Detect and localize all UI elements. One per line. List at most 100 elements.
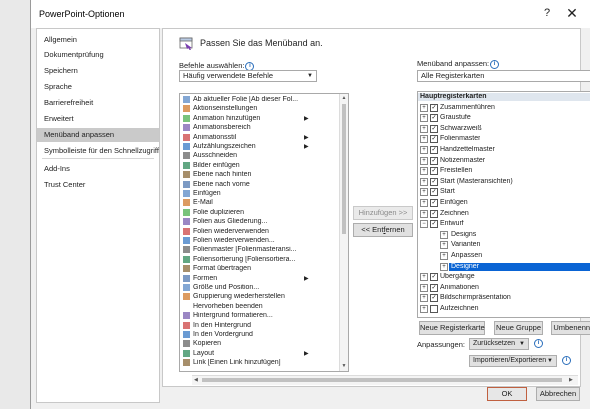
command-item[interactable]: Animationsbereich xyxy=(180,124,338,132)
command-item[interactable]: Kopieren xyxy=(180,340,338,348)
ribbon-tree[interactable]: ▲ ▼ Hauptregisterkarten+✓Zusammenführen+… xyxy=(417,91,590,318)
expand-icon[interactable]: + xyxy=(420,124,428,133)
checkbox[interactable]: ✓ xyxy=(430,135,438,144)
new-tab-button[interactable]: Neue Registerkarte xyxy=(419,321,485,335)
checkbox[interactable]: ✓ xyxy=(430,124,438,133)
ok-button[interactable]: OK xyxy=(487,387,527,401)
expand-icon[interactable]: + xyxy=(420,146,428,154)
command-item[interactable]: Folienmaster [Folienmasteransi... xyxy=(180,246,338,254)
tree-tab-item[interactable]: + ✓ Zeichnen xyxy=(418,209,590,218)
expand-icon[interactable]: + xyxy=(420,156,428,165)
expand-icon[interactable]: + xyxy=(420,305,428,313)
tree-group-item[interactable]: + Designs xyxy=(418,230,590,239)
nav-item[interactable]: Trust Center xyxy=(37,178,159,192)
nav-item[interactable]: Symbolleiste für den Schnellzugriff xyxy=(37,144,159,158)
command-item[interactable]: Aufzählungszeichen ▶ xyxy=(180,143,338,151)
command-item[interactable]: Foliensortierung [Foliensortiera... xyxy=(180,255,338,264)
expand-icon[interactable]: + xyxy=(420,103,428,112)
tree-header[interactable]: Hauptregisterkarten xyxy=(418,93,590,101)
tree-tab-item[interactable]: + ✓ Einfügen xyxy=(418,199,590,207)
command-item[interactable]: Gruppierung wiederherstellen xyxy=(180,293,338,301)
command-item[interactable]: Folien wiederverwenden... xyxy=(180,237,338,245)
tree-tab-item[interactable]: + ✓ Bildschirmpräsentation xyxy=(418,294,590,303)
command-item[interactable]: Ebene nach hinten xyxy=(180,171,338,179)
nav-item[interactable]: Erweitert xyxy=(37,112,159,126)
expand-icon[interactable]: + xyxy=(420,294,428,303)
command-item[interactable]: Hervorheben beenden xyxy=(180,303,338,311)
tree-tab-item[interactable]: + ✓ Schwarzweiß xyxy=(418,124,590,133)
command-item[interactable]: Größe und Position... xyxy=(180,284,338,292)
new-group-button[interactable]: Neue Gruppe xyxy=(494,321,543,335)
expand-icon[interactable]: + xyxy=(420,273,428,282)
tree-tab-item[interactable]: + ✓ Freistellen xyxy=(418,167,590,176)
scroll-thumb[interactable] xyxy=(202,378,562,382)
choose-commands-dropdown[interactable]: Häufig verwendete Befehle ▼ xyxy=(179,70,317,82)
close-button[interactable]: ✕ xyxy=(565,5,579,22)
cancel-button[interactable]: Abbrechen xyxy=(536,387,580,401)
commands-list[interactable]: ▲ ▼ Ab aktueller Folie [Ab dieser Fol...… xyxy=(179,93,349,372)
checkbox[interactable]: ✓ xyxy=(430,177,438,186)
tree-group-item[interactable]: + Designer xyxy=(418,262,590,271)
checkbox[interactable]: ✓ xyxy=(430,273,438,282)
remove-button[interactable]: << Entfernen xyxy=(353,223,413,237)
command-item[interactable]: Format übertragen xyxy=(180,265,338,273)
checkbox[interactable]: ✓ xyxy=(430,167,438,176)
help-button[interactable]: ? xyxy=(540,7,554,19)
checkbox[interactable]: ✓ xyxy=(430,156,438,165)
tree-tab-item[interactable]: + ✓ Handzettelmaster xyxy=(418,146,590,154)
tree-group-item[interactable]: + Anpassen xyxy=(418,252,590,260)
command-item[interactable]: Ausschneiden xyxy=(180,152,338,160)
nav-item[interactable]: Menüband anpassen xyxy=(37,128,159,142)
checkbox[interactable]: ✓ xyxy=(430,199,438,207)
checkbox[interactable]: ✓ xyxy=(430,294,438,303)
commands-scrollbar[interactable]: ▲ ▼ xyxy=(339,94,348,371)
expand-icon[interactable]: + xyxy=(420,135,428,144)
horizontal-scrollbar[interactable]: ◀ ▶ xyxy=(192,375,578,385)
expand-icon[interactable]: + xyxy=(420,283,428,292)
ribbon-tabs-dropdown[interactable]: Alle Registerkarten▼ xyxy=(417,70,590,82)
tree-tab-item[interactable]: + ✓ Animationen xyxy=(418,283,590,292)
command-item[interactable]: In den Vordergrund xyxy=(180,331,338,339)
rename-button[interactable]: Umbenennen... xyxy=(551,321,590,335)
command-item[interactable]: Einfügen xyxy=(180,190,338,198)
info-icon[interactable]: i xyxy=(534,339,543,348)
scroll-right-icon[interactable]: ▶ xyxy=(569,376,573,385)
command-item[interactable]: Layout ▶ xyxy=(180,349,338,358)
checkbox[interactable]: ✓ xyxy=(430,220,438,229)
tree-tab-item[interactable]: + ✓ Start xyxy=(418,188,590,197)
checkbox[interactable]: ✓ xyxy=(430,209,438,218)
tree-tab-item[interactable]: + ✓ Zusammenführen xyxy=(418,103,590,112)
command-item[interactable]: Formen ▶ xyxy=(180,274,338,283)
command-item[interactable]: Bilder einfügen xyxy=(180,161,338,170)
tree-tab-item[interactable]: + ✓ Graustufe xyxy=(418,114,590,123)
info-icon[interactable]: i xyxy=(490,59,500,69)
scroll-thumb[interactable] xyxy=(342,104,346,234)
import-export-dropdown[interactable]: Importieren/Exportieren ▼ xyxy=(469,355,557,367)
expand-icon[interactable]: + xyxy=(420,188,428,197)
checkbox[interactable]: ✓ xyxy=(430,146,438,154)
add-button[interactable]: Hinzufügen >> xyxy=(353,206,413,220)
tree-tab-item[interactable]: + ✓ Notizenmaster xyxy=(418,156,590,165)
checkbox[interactable]: ✓ xyxy=(430,283,438,292)
nav-item[interactable]: Sprache xyxy=(37,80,159,94)
command-item[interactable]: Folien aus Gliederung... xyxy=(180,218,338,226)
tree-tab-item[interactable]: + ✓ Start (Masteransichten) xyxy=(418,177,590,186)
nav-item[interactable]: Dokumentprüfung xyxy=(37,48,159,62)
command-item[interactable]: Ab aktueller Folie [Ab dieser Fol... xyxy=(180,96,338,104)
nav-item[interactable]: Speichern xyxy=(37,64,159,78)
command-item[interactable]: In den Hintergrund xyxy=(180,321,338,330)
expand-icon[interactable]: + xyxy=(440,252,448,260)
command-item[interactable]: E-Mail xyxy=(180,199,338,207)
checkbox[interactable]: ✓ xyxy=(430,114,438,123)
tree-tab-item[interactable]: + ✓ Übergänge xyxy=(418,273,590,282)
command-item[interactable]: Folien wiederverwenden xyxy=(180,227,338,236)
tree-group-item[interactable]: + Varianten xyxy=(418,241,590,250)
command-item[interactable]: Animationsstil ▶ xyxy=(180,133,338,142)
tree-tab-item[interactable]: − ✓ Entwurf xyxy=(418,220,590,229)
tree-tab-item[interactable]: + ✓ Folienmaster xyxy=(418,135,590,144)
nav-item[interactable]: Add-Ins xyxy=(37,162,159,176)
expand-icon[interactable]: + xyxy=(420,199,428,207)
scroll-left-icon[interactable]: ◀ xyxy=(194,376,198,385)
command-item[interactable]: Link [Einen Link hinzufügen] xyxy=(180,359,338,367)
checkbox[interactable] xyxy=(430,305,438,313)
